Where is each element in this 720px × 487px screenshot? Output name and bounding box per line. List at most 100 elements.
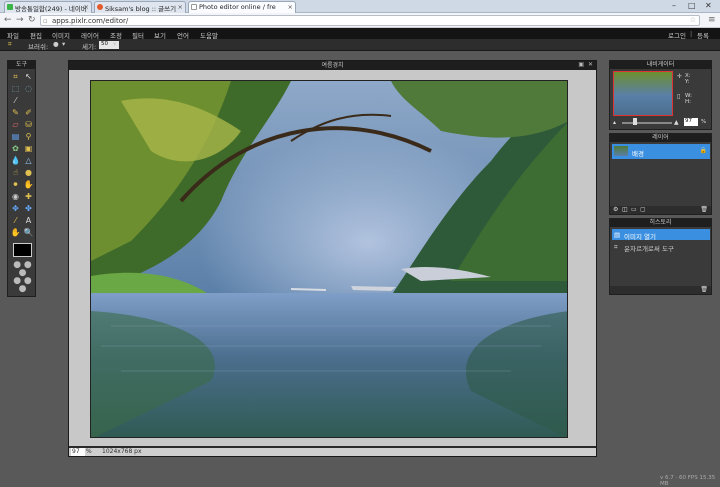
zoom-unit: %	[86, 448, 92, 455]
layer-mask-icon[interactable]: ◫	[622, 206, 628, 213]
wand-tool-icon[interactable]: ⁄	[10, 95, 21, 106]
bucket-tool-icon[interactable]: ⛁	[23, 119, 34, 130]
hand-tool-icon[interactable]: ✋	[10, 227, 21, 238]
new-layer-icon[interactable]: ▢	[640, 206, 646, 213]
navigator-zoom-input[interactable]: 97	[684, 118, 698, 126]
toolbox-title: 도구	[8, 61, 35, 69]
history-title: 히스토리	[610, 219, 711, 227]
zoom-out-icon[interactable]: ▴	[613, 119, 616, 126]
forward-arrow-icon[interactable]: →	[16, 15, 24, 25]
tab-pixlr[interactable]: Photo editor online / fre ×	[188, 1, 296, 13]
picker-tool-icon[interactable]: ⁄	[10, 215, 21, 226]
pixlr-favicon-icon	[191, 4, 197, 10]
burn-tool-icon[interactable]: ✋	[23, 179, 34, 190]
url-input[interactable]: ▫ apps.pixlr.com/editor/ ☆	[40, 15, 700, 26]
layer-settings-icon[interactable]: ⚙	[613, 206, 618, 213]
move-tool-icon[interactable]: ↖	[23, 71, 34, 82]
gradient-tool-icon[interactable]: ▤	[10, 131, 21, 142]
close-icon[interactable]: ×	[288, 3, 293, 11]
dodge-tool-icon[interactable]: ⚫	[10, 179, 21, 190]
layer-thumbnail	[614, 146, 628, 156]
app-menu-bar: 파일 편집 이미지 레이어 조정 필터 보기 언어 도움말 로그인 | 등록	[0, 28, 720, 40]
nav-h-label: H:	[685, 99, 691, 105]
brush-tool-icon[interactable]: ✐	[23, 107, 34, 118]
navigator-zoom-unit: %	[701, 119, 707, 125]
minimize-icon[interactable]: –	[672, 1, 676, 10]
drawing-tool-icon[interactable]: ▣	[23, 143, 34, 154]
close-icon[interactable]: ×	[178, 3, 183, 11]
nav-y-label: Y:	[685, 79, 690, 85]
history-item[interactable]: ▤ 이미지 열기	[612, 229, 710, 241]
open-image-icon: ▤	[614, 231, 621, 239]
crop-tool-icon[interactable]: ⌗	[10, 71, 21, 82]
bookmark-star-icon[interactable]: ☆	[690, 16, 696, 24]
marquee-tool-icon[interactable]: ⬚	[10, 83, 21, 94]
fps-readout: v 6.7 · 60 FPS 15.35 MB	[660, 475, 716, 487]
layer-style-icon[interactable]: ▭	[631, 206, 637, 213]
back-arrow-icon[interactable]: ←	[4, 15, 12, 25]
close-icon[interactable]: ✕	[588, 61, 593, 68]
river-forest-photo[interactable]	[90, 80, 568, 438]
color-dots-icon[interactable]: ● ● ● ● ● ●	[13, 261, 32, 294]
layers-title: 레이어	[610, 134, 711, 142]
chevron-down-icon[interactable]: ▾	[62, 40, 65, 48]
layers-toolbar: ⚙ ◫ ▭ ▢ 🗑	[610, 206, 711, 214]
spot-heal-tool-icon[interactable]: ✚	[23, 191, 34, 202]
history-panel: 히스토리 ▤ 이미지 열기 ⌗ 윤자르개로써 도구 🗑	[609, 218, 712, 295]
window-close-icon[interactable]: ✕	[705, 1, 712, 10]
image-dimensions: 1024x768 px	[102, 448, 142, 455]
blog-favicon-icon	[97, 4, 103, 10]
smudge-tool-icon[interactable]: ☝	[10, 167, 21, 178]
sponge-tool-icon[interactable]: ●	[23, 167, 34, 178]
layer-name: 배경	[632, 150, 644, 158]
zoom-tool-icon[interactable]: 🔍	[23, 227, 34, 238]
lock-icon[interactable]: 🔒	[700, 147, 707, 154]
zoom-slider-handle[interactable]	[633, 118, 637, 125]
account-separator: |	[690, 30, 693, 38]
color-replace-tool-icon[interactable]: ✿	[10, 143, 21, 154]
navigator-thumbnail[interactable]	[613, 71, 673, 116]
tool-options-bar: ⌗ 브러쉬: ● ▾ 세기: 50 ▾	[0, 39, 720, 51]
delete-history-icon[interactable]: 🗑	[700, 286, 708, 293]
primary-color-swatch[interactable]	[13, 243, 32, 257]
chevron-down-icon[interactable]: ▾	[113, 40, 116, 48]
history-toolbar: 🗑	[610, 286, 711, 294]
navigator-title: 내비게이터	[610, 61, 711, 69]
crosshair-icon: ✛	[677, 73, 683, 80]
browser-tab-bar: 방송통일합(249) - 네이버 × Siksam's blog :: 글쓰기 …	[0, 0, 720, 13]
size-label: 세기:	[82, 43, 97, 51]
layer-row[interactable]: 배경 🔒	[612, 144, 710, 159]
lasso-tool-icon[interactable]: ◌	[23, 83, 34, 94]
browser-menu-icon[interactable]: ≡	[708, 15, 716, 25]
zoom-in-icon[interactable]: ▲	[674, 119, 679, 126]
zoom-slider[interactable]	[622, 122, 672, 124]
zoom-input[interactable]: 97	[71, 448, 85, 456]
page-icon: ▫	[43, 17, 48, 25]
layers-panel: 레이어 배경 🔒 ⚙ ◫ ▭ ▢ 🗑	[609, 133, 712, 215]
reload-icon[interactable]: ↻	[28, 15, 36, 25]
stamp-tool-icon[interactable]: ⚲	[23, 131, 34, 142]
blur-tool-icon[interactable]: 💧	[10, 155, 21, 166]
naver-favicon-icon	[7, 4, 13, 10]
pencil-tool-icon[interactable]: ✎	[10, 107, 21, 118]
photo-image	[91, 81, 567, 437]
size-icon: ▯	[677, 93, 681, 100]
text-tool-icon[interactable]: A	[23, 215, 34, 226]
crop-tool-icon: ⌗	[8, 40, 12, 48]
maximize-icon[interactable]: □	[688, 1, 696, 10]
maximize-icon[interactable]: ▣	[578, 61, 584, 68]
navigator-panel: 내비게이터 ✛ X: Y: ▯ W: H: ▴ ▲ 97 %	[609, 60, 712, 130]
bloat-tool-icon[interactable]: ✥	[10, 203, 21, 214]
eraser-tool-icon[interactable]: ▱	[10, 119, 21, 130]
delete-layer-icon[interactable]: 🗑	[700, 206, 708, 213]
redeye-tool-icon[interactable]: ◉	[10, 191, 21, 202]
tab-naver[interactable]: 방송통일합(249) - 네이버 ×	[4, 1, 92, 13]
document-title: 여름경치	[69, 61, 596, 70]
brush-preset-icon[interactable]: ●	[53, 40, 59, 48]
history-item[interactable]: ⌗ 윤자르개로써 도구	[612, 241, 710, 253]
sharpen-tool-icon[interactable]: △	[23, 155, 34, 166]
close-icon[interactable]: ×	[84, 3, 89, 11]
pinch-tool-icon[interactable]: ✤	[23, 203, 34, 214]
brush-label: 브러쉬:	[28, 43, 49, 51]
tab-blog[interactable]: Siksam's blog :: 글쓰기 ×	[94, 1, 186, 13]
